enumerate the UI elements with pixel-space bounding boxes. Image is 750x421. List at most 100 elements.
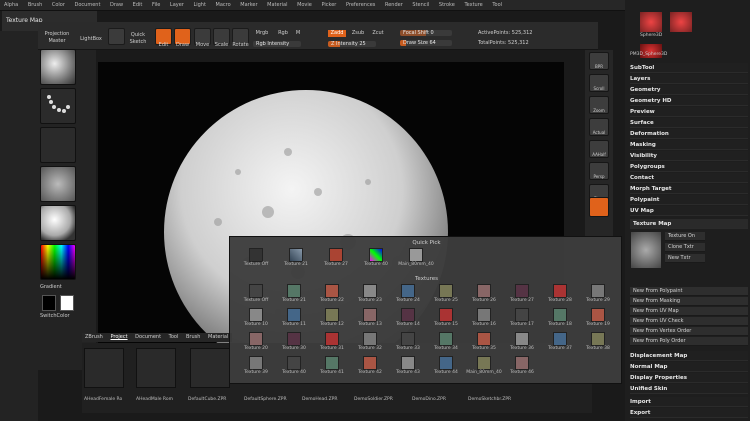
texture-grid-item[interactable]: Texture 19: [578, 308, 618, 335]
menu-item[interactable]: Document: [71, 0, 105, 10]
texture-grid-item[interactable]: Texture 34: [426, 332, 466, 359]
quick-pick-item[interactable]: Texture 27: [316, 248, 356, 275]
clone-txtr-button[interactable]: Clone Txtr: [665, 243, 705, 252]
material-icon[interactable]: [40, 205, 76, 241]
gradient-label[interactable]: Gradient: [40, 284, 62, 290]
color-picker[interactable]: [40, 244, 76, 280]
menu-item[interactable]: Layer: [166, 0, 188, 10]
stroke-icon[interactable]: [40, 88, 76, 124]
menu-import[interactable]: Import: [630, 397, 748, 407]
menu-visibility[interactable]: Visibility: [630, 151, 748, 161]
texture-grid-item[interactable]: Texture 20: [236, 332, 276, 359]
tab-project[interactable]: Project: [107, 333, 130, 341]
menu-masking[interactable]: Masking: [630, 140, 748, 150]
texture-grid-item[interactable]: Texture 16: [464, 308, 504, 335]
menu-item[interactable]: Picker: [317, 0, 340, 10]
actual-button[interactable]: Actual: [589, 118, 609, 136]
menu-displacement-map[interactable]: Displacement Map: [630, 351, 748, 361]
new-from-vertex-order-button[interactable]: New From Vertex Order: [630, 327, 748, 336]
texture-grid-item[interactable]: Texture 43: [388, 356, 428, 383]
projection-master-button[interactable]: Projection Master: [40, 31, 74, 45]
texture-grid-item[interactable]: Texture 37: [540, 332, 580, 359]
scroll-button[interactable]: Scroll: [589, 74, 609, 92]
tab-material[interactable]: Material: [205, 333, 231, 341]
texture-icon[interactable]: [40, 166, 76, 202]
texture-grid-item[interactable]: Texture 36: [502, 332, 542, 359]
menu-item[interactable]: Stencil: [408, 0, 433, 10]
menu-subtool[interactable]: SubTool: [630, 63, 748, 73]
texture-grid-item[interactable]: Texture 14: [388, 308, 428, 335]
menu-item[interactable]: Tool: [488, 0, 506, 10]
menu-texture-map[interactable]: Texture Map: [630, 219, 748, 229]
menu-uv-map[interactable]: UV Map: [630, 206, 748, 216]
menu-item[interactable]: Draw: [106, 0, 127, 10]
persp-button[interactable]: Persp: [589, 162, 609, 180]
project-thumb[interactable]: [190, 348, 230, 388]
new-txtr-button[interactable]: New Txtr: [665, 254, 705, 263]
texture-grid-item[interactable]: Texture 24: [388, 284, 428, 311]
quick-pick-item[interactable]: Texture Off: [236, 248, 276, 275]
menu-item[interactable]: Light: [189, 0, 209, 10]
menu-normal-map[interactable]: Normal Map: [630, 362, 748, 372]
texture-grid-item[interactable]: Texture 33: [388, 332, 428, 359]
menu-unified-skin[interactable]: Unified Skin: [630, 384, 748, 394]
z-intensity-slider[interactable]: Z Intensity 25: [328, 41, 376, 47]
new-from-poly-order-button[interactable]: New From Poly Order: [630, 337, 748, 346]
sphere-tool-thumb[interactable]: [670, 12, 692, 32]
texture-grid-item[interactable]: Texture 11: [274, 308, 314, 335]
tab-tool[interactable]: Tool: [166, 333, 182, 341]
menu-morph-target[interactable]: Morph Target: [630, 184, 748, 194]
menu-item[interactable]: Material: [263, 0, 291, 10]
texture-grid-item[interactable]: Texture 18: [540, 308, 580, 335]
texture-grid-item[interactable]: Texture 27: [502, 284, 542, 311]
texture-grid-item[interactable]: Main_80mm_40: [464, 356, 504, 383]
zoom-button[interactable]: Zoom: [589, 96, 609, 114]
texture-grid-item[interactable]: Texture 29: [578, 284, 618, 311]
project-thumb[interactable]: [136, 348, 176, 388]
menu-contact[interactable]: Contact: [630, 173, 748, 183]
menu-polypaint[interactable]: Polypaint: [630, 195, 748, 205]
texture-grid-item[interactable]: Texture 26: [464, 284, 504, 311]
zadd-button[interactable]: Zadd: [328, 30, 346, 37]
menu-item[interactable]: Edit: [129, 0, 147, 10]
texture-grid-item[interactable]: Texture 44: [426, 356, 466, 383]
menu-deformation[interactable]: Deformation: [630, 129, 748, 139]
menu-layers[interactable]: Layers: [630, 74, 748, 84]
brush-icon[interactable]: [40, 49, 76, 85]
new-from-masking-button[interactable]: New From Masking: [630, 297, 748, 306]
menu-item[interactable]: Texture: [460, 0, 486, 10]
new-from-uv-map-button[interactable]: New From UV Map: [630, 307, 748, 316]
aahalf-button[interactable]: AAHalf: [589, 140, 609, 158]
texture-grid-item[interactable]: Texture 23: [350, 284, 390, 311]
tab-zbrush[interactable]: ZBrush: [82, 333, 106, 341]
menu-item[interactable]: Movie: [293, 0, 316, 10]
texture-grid-item[interactable]: Texture 31: [312, 332, 352, 359]
menu-item[interactable]: Render: [381, 0, 407, 10]
secondary-color-swatch[interactable]: [42, 295, 56, 311]
menu-display-properties[interactable]: Display Properties: [630, 373, 748, 383]
bpr-button[interactable]: BPR: [589, 52, 609, 70]
menu-item[interactable]: Color: [48, 0, 69, 10]
texture-grid-item[interactable]: Texture 22: [312, 284, 352, 311]
texture-grid-item[interactable]: Texture 28: [540, 284, 580, 311]
texture-map-preview[interactable]: [631, 232, 661, 268]
menu-item[interactable]: Macro: [212, 0, 235, 10]
texture-grid-item[interactable]: Texture 12: [312, 308, 352, 335]
texture-grid-item[interactable]: Texture 46: [502, 356, 542, 383]
texture-grid-item[interactable]: Texture 40: [274, 356, 314, 383]
quick-pick-item[interactable]: Texture 40: [356, 248, 396, 275]
rgb-intensity-slider[interactable]: Rgb Intensity: [253, 41, 301, 47]
mrgb-button[interactable]: Mrgb: [253, 30, 271, 37]
rgb-button[interactable]: Rgb: [276, 30, 290, 37]
texture-on-button[interactable]: Texture On: [665, 232, 705, 241]
texture-grid-item[interactable]: Texture 42: [350, 356, 390, 383]
menu-geometry[interactable]: Geometry: [630, 85, 748, 95]
menu-preview[interactable]: Preview: [630, 107, 748, 117]
switch-color-button[interactable]: SwitchColor: [40, 313, 70, 319]
texture-grid-item[interactable]: Texture 30: [274, 332, 314, 359]
new-from-polypaint-button[interactable]: New From Polypaint: [630, 287, 748, 296]
texture-grid-item[interactable]: Texture 21: [274, 284, 314, 311]
texture-grid-item[interactable]: Texture 35: [464, 332, 504, 359]
focal-shift-slider[interactable]: Focal Shift 0: [400, 30, 452, 36]
zcut-button[interactable]: Zcut: [370, 30, 386, 37]
